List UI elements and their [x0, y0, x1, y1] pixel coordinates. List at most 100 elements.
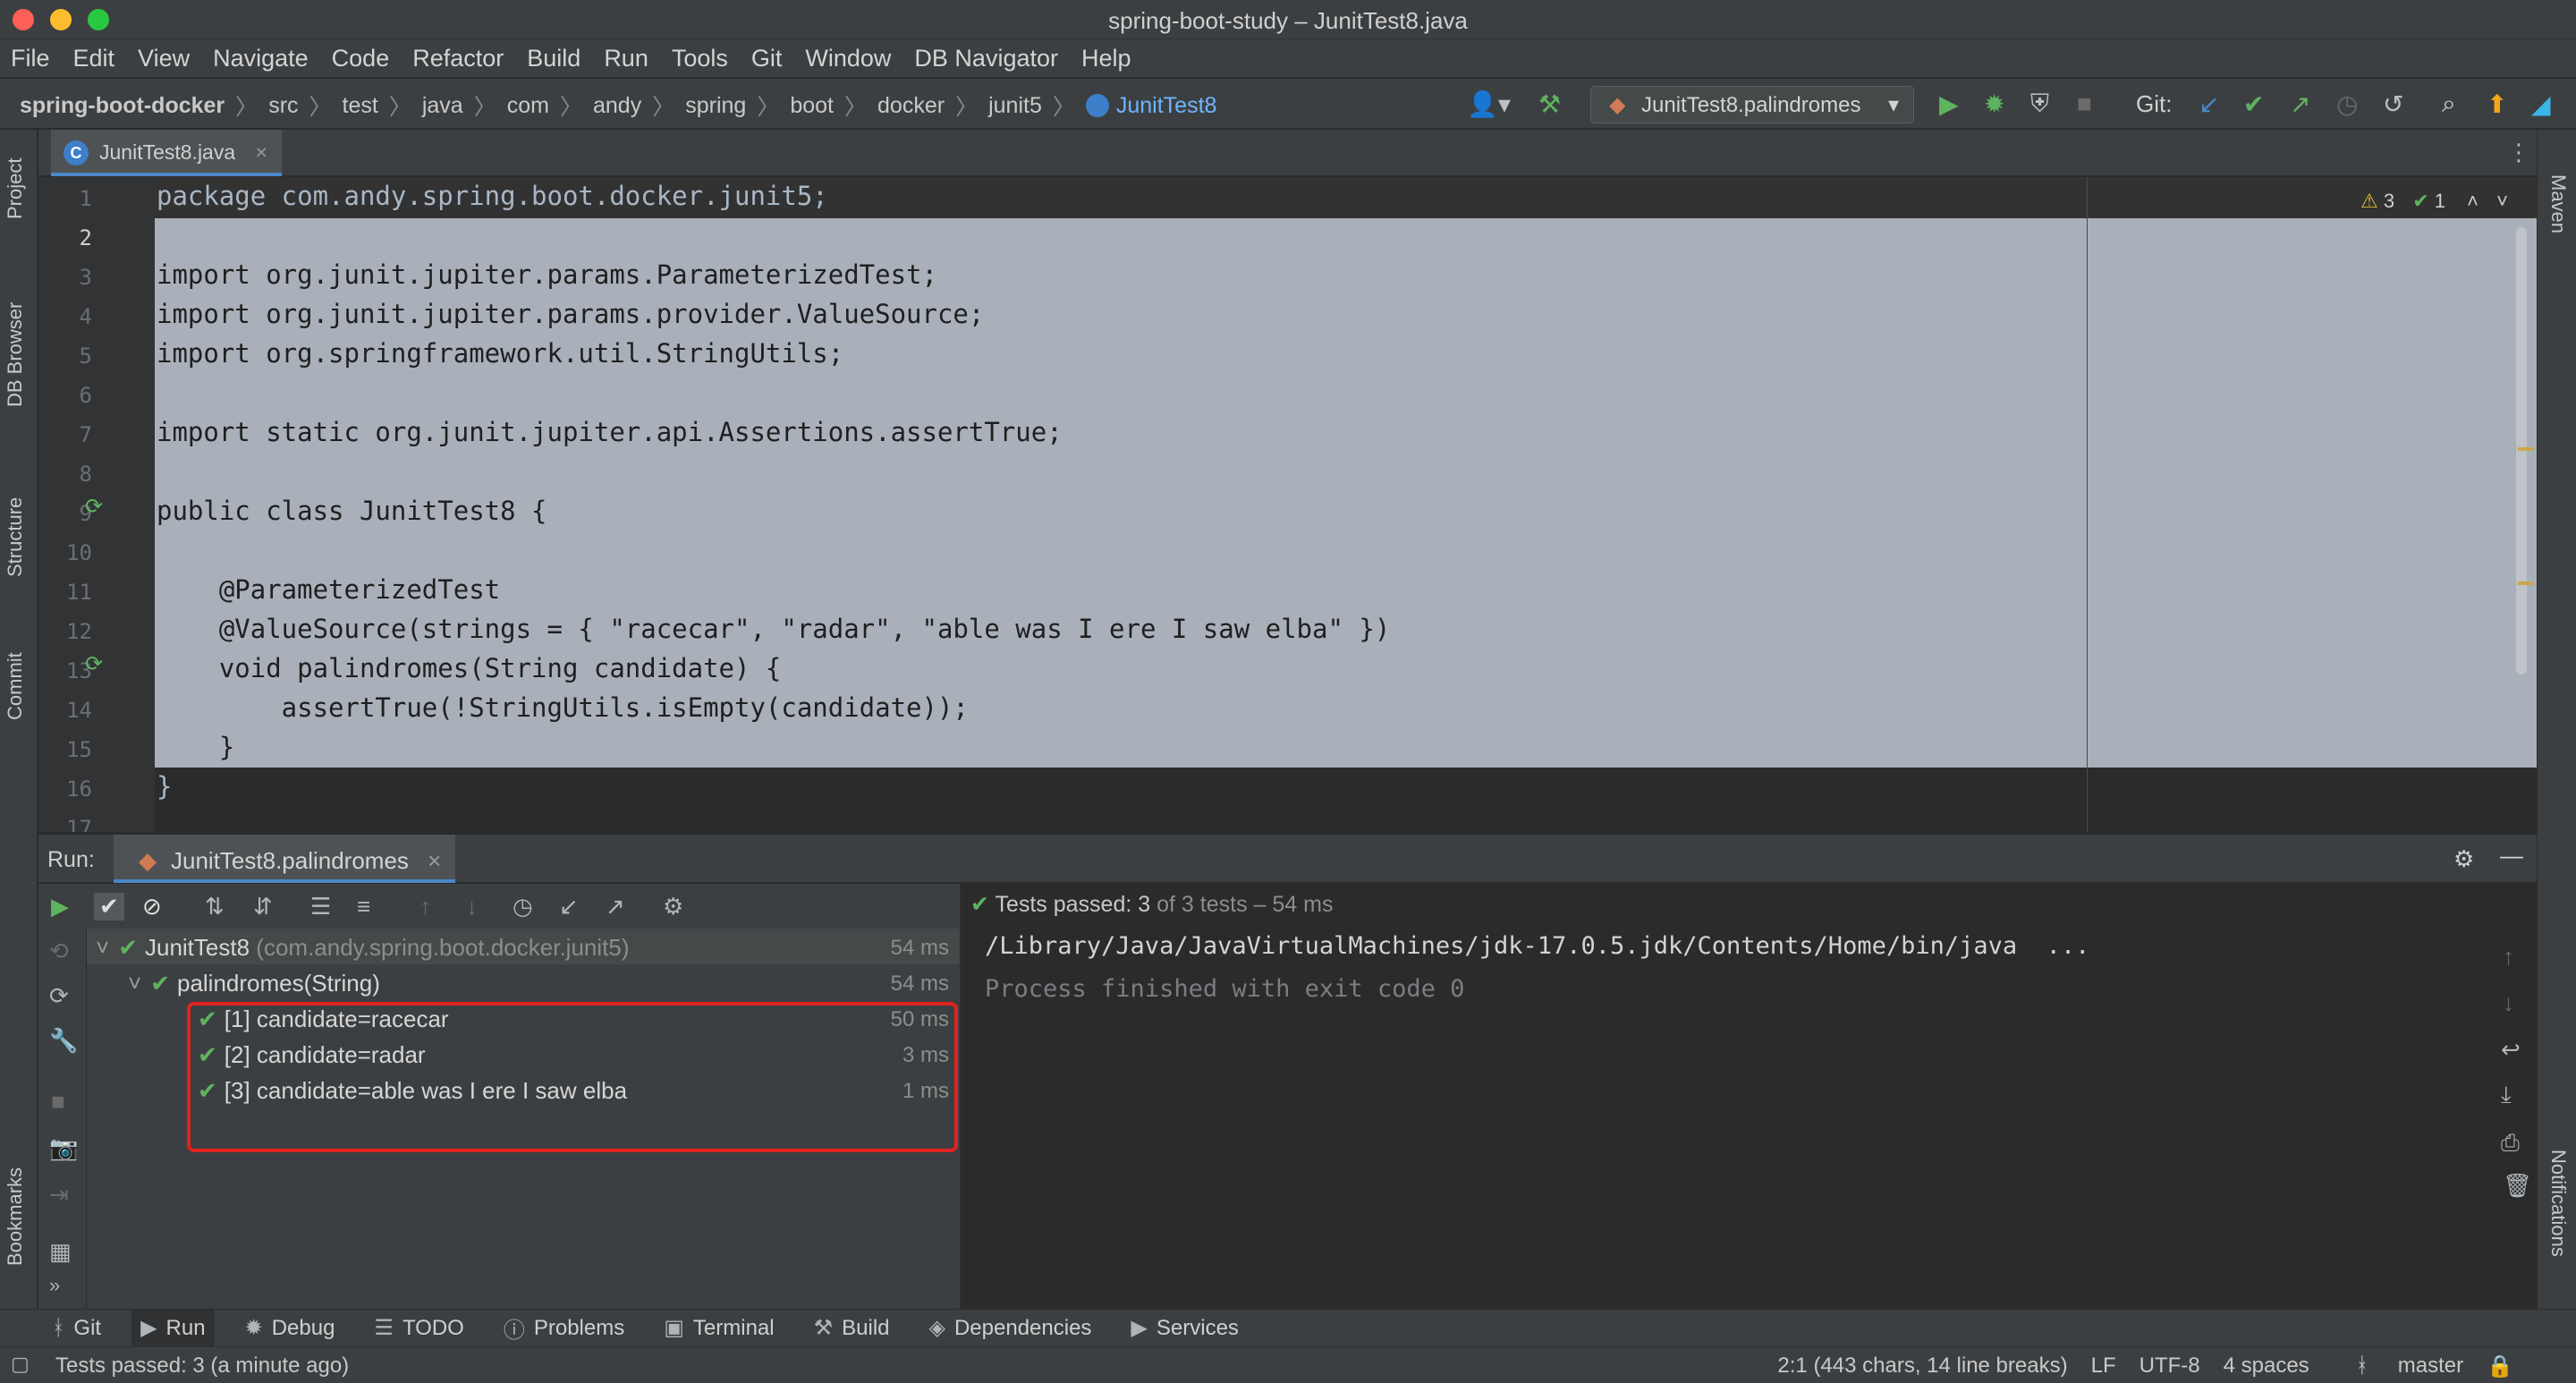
- stop-icon[interactable]: ■: [2077, 89, 2092, 118]
- scroll-to-end-icon[interactable]: ⤓: [2501, 1081, 2512, 1109]
- inspection-widget[interactable]: ⚠ 3 ✔ 1 ˄ ˅: [2360, 190, 2508, 213]
- build-hammer-icon[interactable]: ⚒: [1538, 89, 1561, 119]
- menu-db-navigator[interactable]: DB Navigator: [914, 45, 1058, 72]
- scroll-down-icon[interactable]: ↓: [2503, 989, 2514, 1017]
- stop-icon[interactable]: ■: [51, 1088, 65, 1116]
- tree-row-method[interactable]: ˅ ✔ palindromes(String): [128, 970, 380, 997]
- run-configuration-selector[interactable]: ◆ JunitTest8.palindromes ▾: [1590, 86, 1914, 123]
- scroll-up-icon[interactable]: ↑: [2503, 943, 2514, 971]
- chevron-down-icon[interactable]: ˅: [2496, 190, 2508, 212]
- caret-position[interactable]: 2:1 (443 chars, 14 line breaks): [1777, 1353, 2067, 1379]
- tab-notifications[interactable]: Notifications: [2546, 1150, 2570, 1257]
- trash-icon[interactable]: 🗑: [2503, 1172, 2532, 1200]
- breadcrumb-com[interactable]: com: [507, 93, 549, 119]
- breadcrumb-src[interactable]: src: [268, 93, 298, 119]
- tool-run[interactable]: ▶ Run: [131, 1310, 215, 1346]
- menu-run[interactable]: Run: [604, 45, 648, 72]
- jetbrains-logo-icon[interactable]: ◢: [2531, 89, 2551, 119]
- tool-todo[interactable]: ☰ TODO: [374, 1315, 463, 1341]
- more-icon[interactable]: »: [49, 1274, 60, 1297]
- tool-git[interactable]: ᚼ Git: [52, 1316, 101, 1341]
- run-test-gutter-icon[interactable]: ⟳: [85, 651, 103, 677]
- chevron-up-icon[interactable]: ˄: [2467, 190, 2479, 212]
- run-icon[interactable]: ▶: [1939, 89, 1959, 119]
- debug-icon[interactable]: ✹: [1984, 89, 2004, 119]
- expand-all-icon[interactable]: ☰: [310, 893, 331, 921]
- status-message[interactable]: Tests passed: 3 (a minute ago): [55, 1353, 349, 1379]
- warning-stripe[interactable]: [2518, 447, 2534, 451]
- menu-help[interactable]: Help: [1081, 45, 1131, 72]
- more-options-icon[interactable]: ⋮: [2507, 139, 2530, 166]
- minimize-icon[interactable]: —: [2500, 842, 2523, 870]
- menu-tools[interactable]: Tools: [672, 45, 728, 72]
- soft-wrap-icon[interactable]: ↩: [2501, 1036, 2521, 1064]
- sort-duration-icon[interactable]: ⇵: [253, 893, 273, 921]
- breadcrumb-spring[interactable]: spring: [685, 93, 746, 119]
- collapse-all-icon[interactable]: ≡: [357, 893, 370, 921]
- tool-problems[interactable]: ⓘ Problems: [504, 1312, 624, 1344]
- update-icon[interactable]: ⬆: [2487, 89, 2507, 119]
- editor-scrollbar[interactable]: [2516, 227, 2527, 675]
- rerun-icon[interactable]: ▶: [51, 893, 69, 921]
- close-icon[interactable]: ×: [428, 847, 441, 874]
- console-output[interactable]: ✔ Tests passed: 3 of 3 tests – 54 ms /Li…: [961, 884, 2490, 1309]
- code-editor[interactable]: 1 2 3 4 5 6 7 8 9 10 11 12 13 14 15 16 1…: [38, 177, 2537, 832]
- breadcrumb-boot[interactable]: boot: [790, 93, 834, 119]
- gear-icon[interactable]: ⚙: [2453, 845, 2474, 873]
- tab-junittest8-java[interactable]: C JunitTest8.java ×: [51, 130, 282, 176]
- camera-icon[interactable]: 📷: [49, 1134, 78, 1162]
- tool-services[interactable]: ▶ Services: [1131, 1315, 1239, 1341]
- menu-git[interactable]: Git: [751, 45, 783, 72]
- coverage-icon[interactable]: ⛨: [2030, 89, 2049, 119]
- menu-navigate[interactable]: Navigate: [213, 45, 309, 72]
- tool-terminal[interactable]: ▣ Terminal: [664, 1315, 774, 1341]
- breadcrumb-junit5[interactable]: junit5: [988, 93, 1042, 119]
- git-history-icon[interactable]: ◷: [2336, 89, 2358, 119]
- export-icon[interactable]: ↗: [606, 893, 625, 921]
- run-test-gutter-icon[interactable]: ⟳: [85, 494, 103, 520]
- tab-structure[interactable]: Structure: [4, 497, 27, 577]
- rerun-failed-icon[interactable]: ⟲: [49, 938, 69, 965]
- previous-failed-icon[interactable]: ↑: [419, 893, 431, 921]
- show-ignored-icon[interactable]: ⊘: [142, 893, 162, 921]
- next-failed-icon[interactable]: ↓: [466, 893, 478, 921]
- breadcrumb-class[interactable]: JunitTest8: [1116, 93, 1217, 119]
- wrench-icon[interactable]: 🔧: [49, 1027, 78, 1055]
- print-icon[interactable]: ⎙: [2501, 1129, 2520, 1158]
- sort-alpha-icon[interactable]: ⇅: [205, 893, 225, 921]
- breadcrumb-project[interactable]: spring-boot-docker: [20, 93, 225, 119]
- breadcrumb-docker[interactable]: docker: [877, 93, 945, 119]
- run-tab[interactable]: ◆ JunitTest8.palindromes ×: [114, 835, 456, 883]
- menu-build[interactable]: Build: [527, 45, 580, 72]
- menu-edit[interactable]: Edit: [73, 45, 115, 72]
- menu-view[interactable]: View: [138, 45, 190, 72]
- lock-icon[interactable]: 🔒: [2487, 1353, 2513, 1379]
- history-icon[interactable]: ◷: [513, 893, 533, 921]
- tool-debug[interactable]: ✹ Debug: [245, 1315, 335, 1341]
- tab-commit[interactable]: Commit: [4, 652, 27, 720]
- exit-icon[interactable]: ⇥: [49, 1181, 69, 1209]
- show-passed-icon[interactable]: ✔: [94, 893, 124, 921]
- menu-code[interactable]: Code: [332, 45, 390, 72]
- menu-refactor[interactable]: Refactor: [412, 45, 504, 72]
- rollback-icon[interactable]: ↺: [2383, 89, 2403, 119]
- toggle-auto-test-icon[interactable]: ⟳: [49, 982, 69, 1010]
- close-icon[interactable]: ×: [256, 140, 267, 164]
- settings-icon[interactable]: ⚙: [663, 893, 683, 921]
- tab-bookmarks[interactable]: Bookmarks: [4, 1167, 27, 1266]
- tab-db-browser[interactable]: DB Browser: [4, 302, 27, 407]
- breadcrumb-andy[interactable]: andy: [593, 93, 641, 119]
- tool-build[interactable]: ⚒ Build: [814, 1315, 890, 1341]
- file-encoding[interactable]: UTF-8: [2140, 1353, 2200, 1379]
- git-branch[interactable]: ᚼ master: [2333, 1353, 2463, 1379]
- breadcrumb-test[interactable]: test: [343, 93, 378, 119]
- tab-maven[interactable]: Maven: [2546, 174, 2570, 233]
- tree-row-class[interactable]: ˅ ✔ JunitTest8 (com.andy.spring.boot.docke…: [96, 934, 954, 962]
- search-icon[interactable]: ⌕: [2442, 89, 2456, 119]
- layout-toggle-icon[interactable]: ▢: [11, 1353, 30, 1376]
- import-icon[interactable]: ↙: [559, 893, 579, 921]
- menu-window[interactable]: Window: [805, 45, 891, 72]
- layout-icon[interactable]: ▦: [49, 1238, 72, 1266]
- git-push-icon[interactable]: ↗: [2290, 89, 2310, 119]
- user-icon[interactable]: 👤▾: [1467, 89, 1511, 119]
